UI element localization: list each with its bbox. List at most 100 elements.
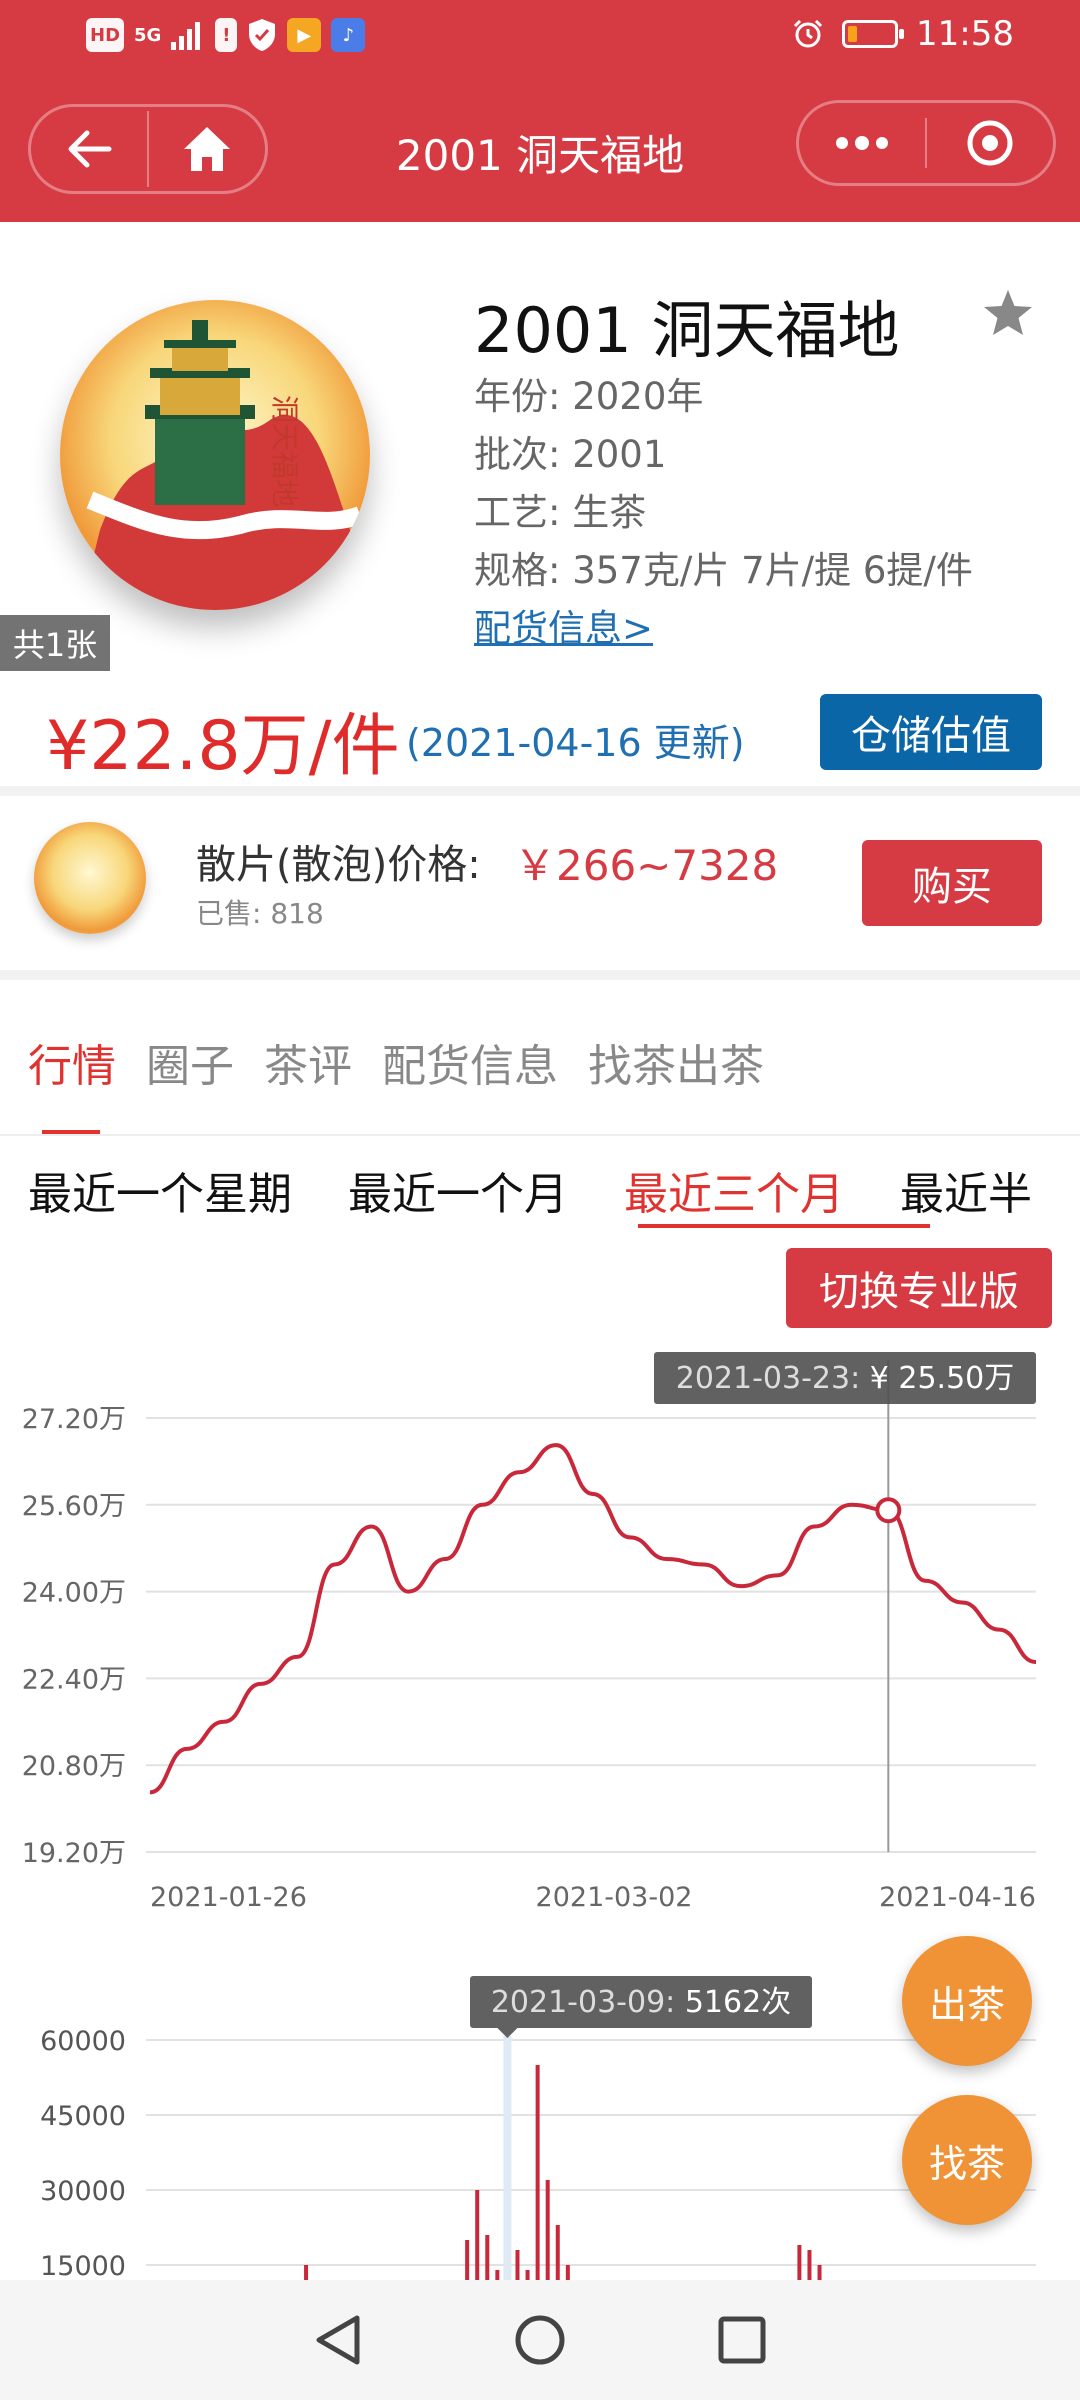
tab-find-sell[interactable]: 找茶出茶	[588, 1030, 764, 1094]
volume-bar	[817, 2265, 822, 2280]
cake-calligraphy: 洞天福地	[268, 395, 301, 507]
y-tick-label: 27.20万	[22, 1404, 126, 1435]
volume-bar	[485, 2235, 490, 2280]
storage-valuation-button[interactable]: 仓储估值	[820, 694, 1042, 770]
period-half-year[interactable]: 最近半	[900, 1158, 1032, 1222]
content-tabs: 行情 圈子 茶评 配货信息 找茶出茶	[28, 1030, 764, 1094]
nav-home-icon[interactable]	[513, 2313, 567, 2367]
highlight-band	[503, 2036, 512, 2280]
buy-button[interactable]: 购买	[862, 840, 1042, 926]
sell-tea-button[interactable]: 出茶	[902, 1936, 1032, 2066]
product-craft: 工艺: 生茶	[474, 491, 647, 534]
section-divider	[0, 786, 1080, 796]
more-button[interactable]	[799, 103, 925, 183]
photo-count-badge[interactable]: 共1张	[0, 615, 110, 671]
volume-bar	[565, 2265, 570, 2280]
volume-bar	[465, 2240, 470, 2280]
x-tick-label: 2021-03-02	[536, 1882, 693, 1913]
signal-icon	[171, 22, 201, 50]
y-tick-label: 30000	[40, 2176, 126, 2207]
volume-tooltip: 2021-03-09: 5162次	[470, 1976, 812, 2038]
network-label: 5G	[134, 24, 162, 46]
product-image[interactable]: 洞天福地	[60, 300, 370, 610]
volume-bar	[797, 2245, 802, 2280]
loose-piece-thumbnail	[34, 822, 146, 934]
period-three-months[interactable]: 最近三个月	[624, 1158, 844, 1222]
y-tick-label: 20.80万	[22, 1751, 126, 1782]
more-dots-icon	[836, 136, 888, 150]
highlight-point	[875, 1497, 902, 1524]
status-left-icons: HD 5G ! ▶ ♪	[86, 18, 366, 52]
find-tea-button[interactable]: 找茶	[902, 2095, 1032, 2225]
product-spec: 规格: 357克/片 7片/提 6提/件	[474, 549, 973, 592]
y-tick-label: 25.60万	[22, 1491, 126, 1522]
tooltip-date: 2021-03-09:	[491, 1985, 685, 2020]
product-batch: 批次: 2001	[474, 433, 667, 476]
hd-icon: HD	[86, 18, 125, 52]
close-miniprogram-button[interactable]	[927, 103, 1053, 183]
product-price: ¥22.8万/件	[46, 707, 400, 786]
sold-count: 已售: 818	[196, 897, 324, 930]
tab-distribution[interactable]: 配货信息	[382, 1030, 558, 1094]
music-app-icon: ♪	[331, 18, 366, 52]
nav-recents-icon[interactable]	[717, 2315, 767, 2365]
shield-icon	[249, 19, 276, 51]
volume-bar	[535, 2065, 540, 2280]
volume-bar	[515, 2250, 520, 2280]
volume-bar	[475, 2190, 480, 2280]
app-header: HD 5G ! ▶ ♪ 11:58 2001 洞天福地	[0, 0, 1080, 222]
y-tick-label: 15000	[40, 2251, 126, 2280]
volume-bar	[304, 2265, 309, 2280]
switch-pro-button[interactable]: 切换专业版	[786, 1248, 1052, 1328]
alert-icon: !	[215, 18, 238, 52]
price-tooltip: 2021-03-23: ¥ 25.50万	[654, 1352, 1036, 1404]
video-app-icon: ▶	[287, 18, 322, 52]
nav-capsule-right	[796, 100, 1056, 186]
alarm-icon	[793, 19, 823, 48]
loose-price-label: 散片(散泡)价格:	[196, 842, 481, 888]
volume-bar	[545, 2180, 550, 2280]
nav-back-icon[interactable]	[313, 2314, 363, 2366]
favorite-button[interactable]	[982, 288, 1034, 342]
price-series-line	[149, 1443, 1037, 1795]
product-year: 年份: 2020年	[474, 375, 704, 418]
tooltip-date: 2021-03-23:	[676, 1361, 870, 1396]
y-tick-label: 19.20万	[22, 1838, 126, 1869]
section-divider	[0, 970, 1080, 980]
period-week[interactable]: 最近一个星期	[28, 1158, 292, 1222]
y-tick-label: 60000	[40, 2026, 126, 2057]
active-period-indicator	[638, 1224, 930, 1228]
status-bar: HD 5G ! ▶ ♪ 11:58	[0, 0, 1080, 80]
volume-bar	[495, 2270, 500, 2280]
tooltip-text: 2021-03-09: 5162次	[491, 1985, 791, 2020]
battery-icon	[842, 20, 905, 48]
tab-circle[interactable]: 圈子	[146, 1030, 234, 1094]
star-icon	[984, 290, 1032, 335]
period-month[interactable]: 最近一个月	[348, 1158, 568, 1222]
tooltip-value: 5162次	[685, 1985, 791, 2020]
y-tick-label: 45000	[40, 2101, 126, 2132]
distribution-info-link[interactable]: 配货信息>	[474, 598, 653, 652]
period-selector: 最近一个星期 最近一个月 最近三个月 最近半	[28, 1158, 1080, 1222]
price-updated-date: (2021-04-16 更新)	[406, 721, 745, 765]
volume-bar	[555, 2225, 560, 2280]
system-navigation-bar	[0, 2280, 1080, 2400]
tab-bar-border	[0, 1134, 1080, 1136]
tooltip-text: 2021-03-23: ¥ 25.50万	[676, 1361, 1015, 1396]
target-icon	[967, 120, 1013, 166]
price-line-chart[interactable]: 27.20万 25.60万 24.00万 22.40万 20.80万 19.20万 2021…	[0, 1340, 1080, 1920]
tab-reviews[interactable]: 茶评	[264, 1030, 352, 1094]
status-right: 11:58	[792, 14, 1014, 54]
volume-bar	[525, 2270, 530, 2280]
tab-market[interactable]: 行情	[28, 1030, 116, 1094]
loose-price-range: ￥266~7328	[514, 841, 779, 890]
tea-cake-art: 洞天福地	[80, 320, 364, 610]
volume-bar	[807, 2250, 812, 2280]
battery-level	[848, 26, 858, 42]
x-tick-label: 2021-04-16	[879, 1882, 1036, 1913]
y-tick-label: 24.00万	[22, 1578, 126, 1609]
tooltip-value: ¥ 25.50万	[870, 1361, 1015, 1396]
y-tick-label: 22.40万	[22, 1664, 126, 1695]
clock: 11:58	[916, 14, 1014, 54]
x-tick-label: 2021-01-26	[150, 1882, 307, 1913]
